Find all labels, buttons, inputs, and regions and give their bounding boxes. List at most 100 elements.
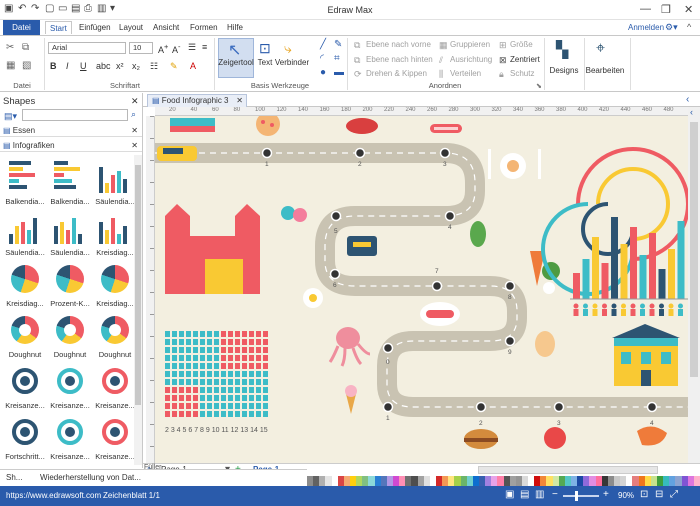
grow-font-icon[interactable]: A+: [158, 42, 168, 55]
cut-icon[interactable]: ✂: [6, 42, 14, 53]
tab-insert[interactable]: Einfügen: [75, 21, 115, 34]
shape-tile[interactable]: Doughnut: [50, 312, 90, 362]
shape-tile[interactable]: Prozent-K...: [50, 261, 90, 311]
styles-button[interactable]: Designs: [546, 66, 582, 75]
shape-tile[interactable]: Säulendia...: [95, 159, 135, 209]
fit-width-icon[interactable]: ⊟: [655, 489, 663, 500]
protect-button[interactable]: Schutz: [510, 69, 534, 78]
settings-icon[interactable]: ⚙▾: [665, 22, 678, 33]
shape-tile[interactable]: Balkendia...: [50, 159, 90, 209]
ellipse-icon[interactable]: ●: [320, 67, 326, 78]
full-screen-icon[interactable]: ⤢: [670, 489, 678, 500]
scroll-thumb[interactable]: [690, 122, 698, 377]
close-category-icon[interactable]: ✕: [131, 125, 138, 136]
shape-tile[interactable]: Kreisanze...: [50, 363, 90, 413]
zoom-level[interactable]: 90%: [618, 491, 634, 500]
bullets-icon[interactable]: ☷: [150, 61, 158, 72]
file-menu[interactable]: Datei: [3, 20, 40, 35]
text-tool-label[interactable]: Text: [254, 58, 276, 67]
recovery-tab[interactable]: Wiederherstellung von Dat...: [40, 473, 141, 482]
italic-icon[interactable]: I: [66, 61, 69, 71]
color-palette[interactable]: [307, 476, 700, 486]
tab-help[interactable]: Hilfe: [223, 21, 247, 34]
tab-layout[interactable]: Layout: [115, 21, 147, 34]
font-size-select[interactable]: 10: [129, 42, 153, 54]
zoom-slider[interactable]: [563, 495, 599, 497]
strike-icon[interactable]: abc: [96, 61, 111, 71]
superscript-icon[interactable]: x²: [116, 61, 124, 71]
rotate-flip-button[interactable]: Drehen & Kippen: [366, 69, 427, 78]
font-color-icon[interactable]: A: [190, 61, 196, 71]
paste-icon[interactable]: ▦: [6, 60, 15, 71]
category-food[interactable]: ▤ Essen ✕: [0, 125, 142, 137]
shape-tile[interactable]: Kreisanze...: [95, 363, 135, 413]
shape-tile[interactable]: Doughnut: [5, 312, 45, 362]
edit-button[interactable]: Bearbeiten: [582, 66, 628, 75]
shape-tile[interactable]: Kreisdiag...: [95, 210, 135, 260]
dialog-launcher-icon[interactable]: ⬊: [536, 82, 542, 90]
format-painter-icon[interactable]: ▧: [22, 60, 31, 71]
vertical-scrollbar[interactable]: ‹: [688, 107, 700, 463]
search-icon[interactable]: ⌕: [131, 109, 136, 120]
shape-tile[interactable]: Kreisanze...: [5, 363, 45, 413]
size-button[interactable]: Größe: [510, 40, 533, 49]
library-icon[interactable]: ▤▾: [4, 111, 17, 122]
connector-tool-label[interactable]: Verbinder: [274, 58, 310, 67]
subscript-icon[interactable]: x₂: [132, 61, 140, 71]
collapse-ribbon-icon[interactable]: ^: [687, 22, 691, 32]
text-tool-icon[interactable]: ⊡: [259, 40, 271, 57]
close-category-icon[interactable]: ✕: [131, 140, 138, 151]
panel-scrollbar[interactable]: [134, 155, 142, 465]
web-view-icon[interactable]: ▤: [520, 489, 529, 500]
shape-tile[interactable]: Säulendia...: [5, 210, 45, 260]
bold-icon[interactable]: B: [50, 61, 57, 71]
color-swatch[interactable]: [693, 476, 700, 486]
category-infographics[interactable]: ▤ Infografiken ✕: [0, 140, 142, 152]
styles-icon[interactable]: ▚: [556, 40, 568, 60]
website-link[interactable]: https://www.edrawsoft.com: [6, 491, 101, 500]
drawing-canvas[interactable]: 1 2 3 4 5 6 7 8 9 0 1 2 3 4 2 3 4 5 6 7 …: [155, 116, 688, 463]
zoom-out-icon[interactable]: −: [552, 489, 558, 500]
chevron-left-icon[interactable]: ‹: [686, 94, 689, 105]
rect-icon[interactable]: ▬: [334, 67, 344, 78]
minimize-icon[interactable]: —: [640, 3, 651, 15]
shape-tile[interactable]: Kreisdiag...: [5, 261, 45, 311]
signin-link[interactable]: Anmelden: [624, 21, 668, 34]
restore-icon[interactable]: ❐: [661, 3, 671, 16]
close-panel-icon[interactable]: ✕: [131, 96, 139, 107]
group-button[interactable]: Gruppieren: [450, 40, 490, 49]
line-icon[interactable]: ╱: [320, 39, 326, 50]
shrink-font-icon[interactable]: A-: [172, 42, 181, 55]
horizontal-scrollbar[interactable]: [478, 466, 658, 474]
binoculars-icon[interactable]: ⌖: [596, 40, 605, 58]
zoom-in-icon[interactable]: +: [603, 489, 609, 500]
shape-tile[interactable]: Kreisdiag...: [95, 261, 135, 311]
list-icon[interactable]: ≡: [202, 42, 207, 52]
center-button[interactable]: Zentriert: [510, 55, 540, 64]
bring-forward-button[interactable]: Ebene nach vorne: [366, 40, 431, 49]
close-icon[interactable]: ✕: [684, 3, 693, 16]
highlight-icon[interactable]: ✎: [170, 61, 178, 72]
align-icon[interactable]: ☰: [188, 42, 196, 53]
chevron-left-icon[interactable]: ‹: [690, 107, 693, 117]
zoom-slider-thumb[interactable]: [575, 491, 578, 501]
shapes-search-input[interactable]: [22, 109, 128, 121]
copy-icon[interactable]: ⧉: [22, 42, 29, 53]
tab-view[interactable]: Ansicht: [149, 21, 183, 34]
close-tab-icon[interactable]: ✕: [236, 95, 243, 107]
connector-icon[interactable]: ⤷: [284, 40, 292, 57]
shape-tile[interactable]: Balkendia...: [5, 159, 45, 209]
fit-page-icon[interactable]: ⊡: [640, 489, 648, 500]
shape-tile[interactable]: Säulendia...: [50, 210, 90, 260]
full-view-icon[interactable]: ▥: [535, 489, 544, 500]
shape-tile[interactable]: Kreisanze...: [50, 414, 90, 464]
shapes-tab[interactable]: Sh...: [6, 473, 22, 482]
shape-tile[interactable]: Fortschritt...: [5, 414, 45, 464]
document-tab[interactable]: ▤ Food Infographic 3 ✕: [147, 94, 247, 107]
shape-tile[interactable]: Doughnut: [95, 312, 135, 362]
shape-tile[interactable]: Kreisanze...: [95, 414, 135, 464]
page-view-icon[interactable]: ▣: [505, 489, 514, 500]
tab-start[interactable]: Start: [45, 21, 72, 34]
arc-icon[interactable]: ◜: [320, 53, 324, 64]
pen-icon[interactable]: ✎: [334, 39, 342, 50]
